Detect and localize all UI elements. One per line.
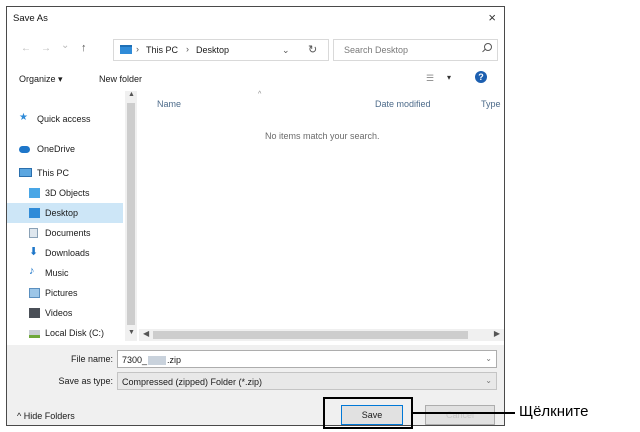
scroll-right-icon[interactable]: ▶ bbox=[494, 329, 500, 338]
nav-item-local-disk[interactable]: Local Disk (C:) bbox=[7, 323, 123, 343]
desktop-folder-icon bbox=[120, 45, 132, 54]
callout-label: Щёлкните bbox=[519, 403, 589, 420]
nav-item-documents[interactable]: Documents bbox=[7, 223, 123, 243]
recent-locations-icon[interactable]: ⌄ bbox=[61, 40, 69, 51]
chevron-down-icon[interactable]: ⌄ bbox=[485, 376, 492, 385]
organize-button[interactable]: Organize ▾ bbox=[19, 74, 63, 85]
file-name-value[interactable]: 7300_ .zip bbox=[122, 355, 181, 366]
nav-item-label: Desktop bbox=[45, 208, 79, 218]
document-icon bbox=[29, 228, 38, 238]
breadcrumb-this-pc[interactable]: This PC bbox=[146, 45, 178, 55]
back-arrow-icon[interactable]: ← bbox=[21, 43, 31, 54]
save-button-highlight bbox=[323, 397, 413, 429]
scroll-left-icon[interactable]: ◀ bbox=[143, 329, 149, 338]
nav-item-label: Local Disk (C:) bbox=[45, 328, 105, 338]
disk-icon bbox=[29, 330, 40, 338]
callout-line bbox=[413, 412, 515, 414]
save-fields: File name: 7300_ .zip ⌄ Save as type: Com… bbox=[7, 345, 504, 397]
close-icon[interactable]: × bbox=[488, 10, 496, 25]
refresh-icon[interactable]: ↻ bbox=[308, 43, 317, 56]
scroll-up-icon[interactable]: ▲ bbox=[128, 91, 135, 98]
computer-icon bbox=[19, 168, 32, 177]
nav-item-label: Quick access bbox=[37, 114, 91, 124]
star-icon: ★ bbox=[19, 112, 28, 123]
nav-item-this-pc[interactable]: This PC bbox=[7, 163, 123, 183]
nav-item-label: Documents bbox=[45, 228, 91, 238]
nav-item-onedrive[interactable]: OneDrive bbox=[7, 139, 123, 159]
scroll-down-icon[interactable]: ▼ bbox=[128, 329, 135, 336]
save-as-type-select[interactable]: Compressed (zipped) Folder (*.zip) ⌄ bbox=[117, 372, 497, 390]
column-header-date-modified[interactable]: Date modified bbox=[375, 99, 431, 109]
help-icon[interactable]: ? bbox=[475, 71, 487, 83]
scrollbar-thumb[interactable] bbox=[153, 331, 468, 339]
nav-item-label: Pictures bbox=[45, 288, 78, 298]
dialog-footer: ^ Hide Folders Save Cancel bbox=[7, 397, 504, 425]
sort-indicator-icon: ^ bbox=[258, 91, 262, 98]
nav-item-3d-objects[interactable]: 3D Objects bbox=[7, 183, 123, 203]
video-icon bbox=[29, 308, 40, 318]
file-name-label: File name: bbox=[70, 354, 113, 364]
nav-item-desktop[interactable]: Desktop bbox=[7, 203, 123, 223]
cloud-icon bbox=[19, 146, 30, 153]
nav-item-label: Music bbox=[45, 268, 69, 278]
save-as-type-label: Save as type: bbox=[58, 376, 113, 386]
desktop-folder-icon bbox=[29, 208, 40, 218]
address-bar-row: ← → ⌄ ↑ › This PC › Desktop ⌄ ↻ Search D… bbox=[7, 37, 504, 63]
column-header-type[interactable]: Type bbox=[481, 99, 501, 109]
file-list-horizontal-scrollbar[interactable]: ◀ ▶ bbox=[139, 329, 504, 341]
scrollbar-thumb[interactable] bbox=[127, 103, 135, 325]
nav-item-music[interactable]: ♪ Music bbox=[7, 263, 123, 283]
redacted-text bbox=[148, 356, 167, 366]
search-icon[interactable] bbox=[484, 43, 492, 51]
nav-vertical-scrollbar[interactable]: ▲ ▼ bbox=[125, 91, 137, 341]
chevron-down-icon[interactable]: ⌄ bbox=[282, 45, 290, 56]
breadcrumb-separator-icon: › bbox=[186, 44, 189, 54]
address-bar[interactable]: › This PC › Desktop ⌄ ↻ bbox=[113, 39, 329, 61]
save-as-dialog: Save As × ← → ⌄ ↑ › This PC › Desktop ⌄ … bbox=[6, 6, 505, 426]
cube-icon bbox=[29, 188, 40, 198]
nav-item-downloads[interactable]: ⬇ Downloads bbox=[7, 243, 123, 263]
navigation-pane: ★ Quick access OneDrive This PC 3D Objec… bbox=[7, 91, 137, 341]
command-bar: Organize ▾ New folder ☰ ▾ ? bbox=[7, 67, 504, 91]
window-title: Save As bbox=[13, 13, 48, 24]
up-arrow-icon[interactable]: ↑ bbox=[81, 42, 87, 54]
hide-folders-button[interactable]: ^ Hide Folders bbox=[17, 411, 75, 421]
empty-message: No items match your search. bbox=[265, 131, 380, 141]
search-box[interactable]: Search Desktop bbox=[333, 39, 498, 61]
nav-item-pictures[interactable]: Pictures bbox=[7, 283, 123, 303]
forward-arrow-icon[interactable]: → bbox=[41, 43, 51, 54]
save-as-type-value: Compressed (zipped) Folder (*.zip) bbox=[122, 377, 263, 387]
nav-item-label: Videos bbox=[45, 308, 73, 318]
nav-item-videos[interactable]: Videos bbox=[7, 303, 123, 323]
search-input[interactable]: Search Desktop bbox=[344, 45, 408, 55]
nav-item-label: 3D Objects bbox=[45, 188, 90, 198]
title-bar: Save As × bbox=[7, 7, 504, 31]
download-icon: ⬇ bbox=[29, 246, 39, 258]
file-list[interactable]: ^ Name Date modified Type No items match… bbox=[139, 91, 504, 327]
new-folder-button[interactable]: New folder bbox=[99, 74, 142, 84]
cancel-button[interactable]: Cancel bbox=[425, 405, 495, 425]
breadcrumb-separator-icon: › bbox=[136, 44, 139, 54]
picture-icon bbox=[29, 288, 40, 298]
breadcrumb-desktop[interactable]: Desktop bbox=[196, 45, 229, 55]
chevron-down-icon[interactable]: ⌄ bbox=[485, 354, 492, 363]
view-options-icon[interactable]: ☰ bbox=[426, 73, 434, 84]
nav-item-label: This PC bbox=[37, 168, 70, 178]
nav-item-label: OneDrive bbox=[37, 144, 76, 154]
nav-item-quick-access[interactable]: ★ Quick access bbox=[7, 109, 123, 129]
music-icon: ♪ bbox=[29, 265, 35, 277]
column-header-name[interactable]: Name bbox=[157, 99, 181, 109]
view-dropdown-icon[interactable]: ▾ bbox=[447, 73, 451, 82]
file-name-field[interactable]: 7300_ .zip ⌄ bbox=[117, 350, 497, 368]
nav-item-label: Downloads bbox=[45, 248, 90, 258]
